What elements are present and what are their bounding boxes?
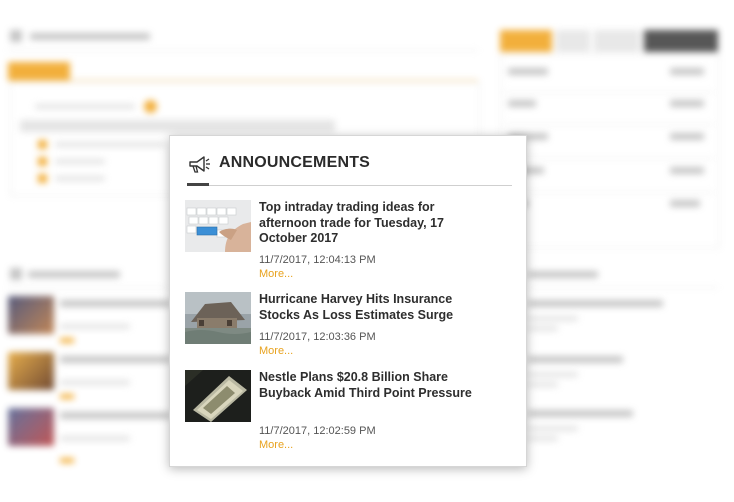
bg-orange-tab [8,62,70,80]
bg-news-title [60,300,170,307]
bg-divider [505,192,713,193]
bg-news-time [528,316,578,321]
bg-news-title [528,356,623,363]
bg-news-more [528,382,558,387]
nestle-sign-thumbnail[interactable] [185,370,251,422]
bg-divider [528,287,718,288]
more-link[interactable]: More... [259,345,293,357]
bg-section-icon [10,268,22,280]
bg-right-value [670,133,704,140]
announcement-timestamp: 11/7/2017, 12:04:13 PM [259,254,376,266]
bg-section-title [30,33,150,40]
bg-news-more [528,326,558,331]
bg-right-value [670,200,700,207]
bg-news-thumb [8,408,54,446]
announcements-popup: ANNOUNCEMENTS Top intraday trading ideas… [169,135,527,467]
bg-news-time [528,372,578,377]
bg-right-tab-active [500,30,552,52]
popup-title: ANNOUNCEMENTS [219,154,371,171]
bg-input [35,104,135,109]
bg-section-title [28,271,120,278]
announcement-title[interactable]: Hurricane Harvey Hits Insurance Stocks A… [259,292,495,323]
bg-news-more [528,436,558,441]
bg-news-more [60,458,74,463]
flooded-house-thumbnail[interactable] [185,292,251,344]
announcement-title[interactable]: Top intraday trading ideas for afternoon… [259,200,495,247]
bg-news-time [60,436,130,441]
announcement-timestamp: 11/7/2017, 12:02:59 PM [259,425,376,437]
bg-news-more [60,394,74,399]
bg-add-icon [144,100,157,113]
bg-row-text [55,159,105,164]
announcement-item[interactable]: Hurricane Harvey Hits Insurance Stocks A… [185,292,505,362]
keyboard-thumbnail[interactable] [185,200,251,252]
bg-row-text [55,176,105,181]
title-underline [187,183,209,186]
bg-right-tab [594,30,640,52]
bg-row-icon [38,157,47,166]
announcement-item[interactable]: Top intraday trading ideas for afternoon… [185,200,505,280]
bg-right-value [670,68,704,75]
bg-news-title [528,300,663,307]
bg-right-value [670,167,704,174]
bg-news-title [60,356,170,363]
bg-right-tab-dark [644,30,718,52]
bg-row-text [55,142,165,147]
bg-news-more [60,338,74,343]
bg-news-thumb [8,296,54,334]
bg-right-tab [556,30,590,52]
bg-right-row [508,100,536,107]
announcement-title[interactable]: Nestle Plans $20.8 Billion Share Buyback… [259,370,495,401]
more-link[interactable]: More... [259,439,293,451]
bg-row-icon [38,174,47,183]
bg-right-panel [500,54,720,248]
bg-divider [505,92,713,93]
bg-menu-icon [10,30,22,42]
bg-divider [505,124,713,125]
bg-news-thumb [8,352,54,390]
bg-divider [505,158,713,159]
bg-news-title [60,412,170,419]
megaphone-icon [187,153,211,175]
announcement-item[interactable]: Nestle Plans $20.8 Billion Share Buyback… [185,370,505,455]
bg-right-row [508,68,548,75]
bg-table-header [20,120,335,132]
bg-tab-underline [8,80,478,81]
bg-right-value [670,100,704,107]
popup-header: ANNOUNCEMENTS [187,153,512,186]
bg-divider [8,287,168,288]
bg-news-time [60,324,130,329]
bg-section-title [528,271,598,278]
bg-news-title [528,410,633,417]
more-link[interactable]: More... [259,268,293,280]
bg-row-icon [38,140,47,149]
bg-news-time [528,426,578,431]
bg-divider [8,50,478,51]
announcement-timestamp: 11/7/2017, 12:03:36 PM [259,331,376,343]
bg-news-time [60,380,130,385]
